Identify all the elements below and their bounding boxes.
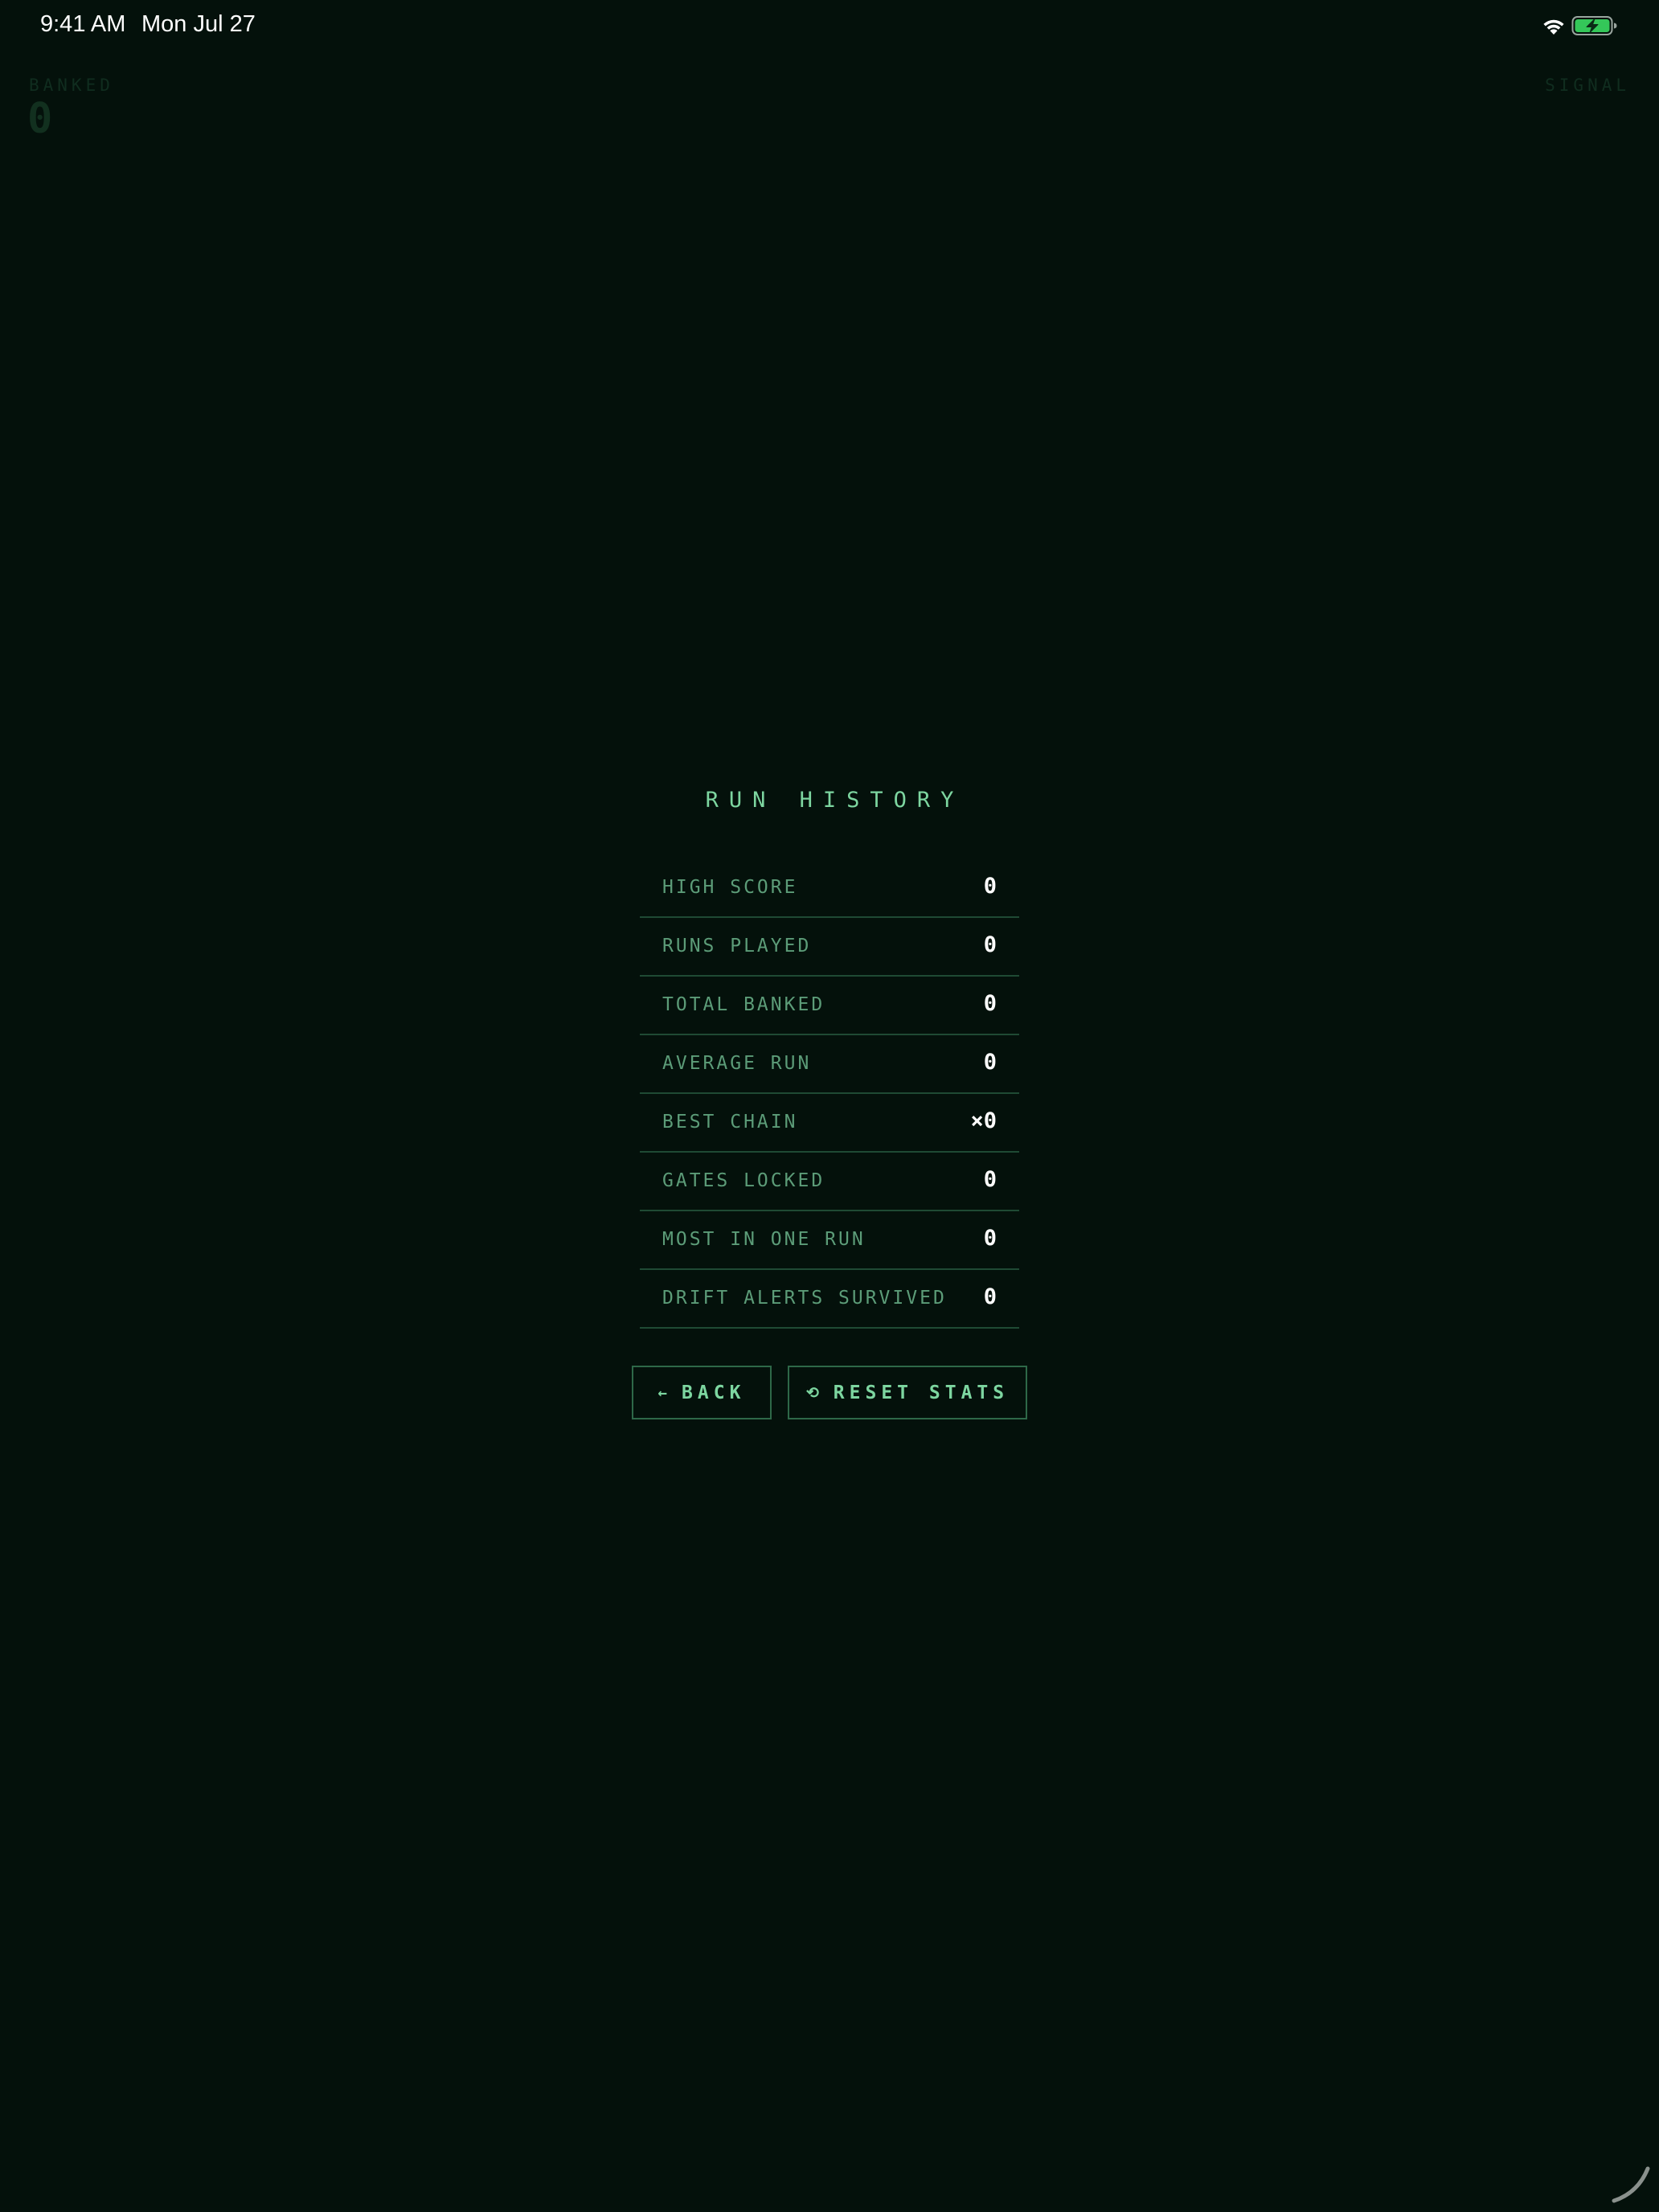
signal-label: SIGNAL — [1545, 76, 1630, 95]
stat-value: 0 — [983, 1226, 997, 1251]
back-button[interactable]: ← BACK — [632, 1366, 772, 1419]
stat-value: ×0 — [970, 1108, 997, 1133]
banked-value: 0 — [27, 95, 53, 143]
back-button-label: BACK — [682, 1382, 746, 1403]
stat-row-best-chain: BEST CHAIN ×0 — [640, 1094, 1019, 1153]
banked-label: BANKED — [29, 76, 114, 95]
stat-label: HIGH SCORE — [662, 877, 798, 898]
stats-table: HIGH SCORE 0 RUNS PLAYED 0 TOTAL BANKED … — [640, 859, 1019, 1329]
stat-value: 0 — [983, 932, 997, 957]
stat-label: TOTAL BANKED — [662, 994, 825, 1015]
stat-row-total-banked: TOTAL BANKED 0 — [640, 977, 1019, 1035]
reset-icon: ⟲ — [805, 1383, 819, 1402]
stat-label: BEST CHAIN — [662, 1112, 798, 1133]
stat-value: 0 — [983, 874, 997, 899]
stat-row-most-in-one-run: MOST IN ONE RUN 0 — [640, 1211, 1019, 1270]
stat-label: MOST IN ONE RUN — [662, 1229, 866, 1250]
resize-handle-icon[interactable] — [1611, 2164, 1653, 2206]
stat-value: 0 — [983, 991, 997, 1016]
arrow-left-icon: ← — [657, 1383, 668, 1402]
stat-value: 0 — [983, 1284, 997, 1309]
stat-value: 0 — [983, 1167, 997, 1192]
wifi-icon — [1543, 19, 1564, 35]
battery-charging-icon — [1571, 16, 1617, 35]
stat-row-gates-locked: GATES LOCKED 0 — [640, 1153, 1019, 1211]
stat-row-average-run: AVERAGE RUN 0 — [640, 1035, 1019, 1094]
status-bar: 9:41 AM Mon Jul 27 — [0, 0, 1659, 51]
stat-row-high-score: HIGH SCORE 0 — [640, 859, 1019, 918]
stat-label: GATES LOCKED — [662, 1170, 825, 1191]
reset-stats-button-label: RESET STATS — [833, 1382, 1010, 1403]
status-date: Mon Jul 27 — [141, 11, 256, 37]
stat-label: DRIFT ALERTS SURVIVED — [662, 1288, 947, 1309]
reset-stats-button[interactable]: ⟲ RESET STATS — [788, 1366, 1027, 1419]
stat-row-runs-played: RUNS PLAYED 0 — [640, 918, 1019, 977]
stat-label: RUNS PLAYED — [662, 936, 812, 956]
stat-label: AVERAGE RUN — [662, 1053, 812, 1074]
stat-row-drift-alerts-survived: DRIFT ALERTS SURVIVED 0 — [640, 1270, 1019, 1329]
page-title: RUN HISTORY — [705, 788, 965, 813]
stat-value: 0 — [983, 1050, 997, 1075]
status-time: 9:41 AM — [40, 11, 126, 37]
